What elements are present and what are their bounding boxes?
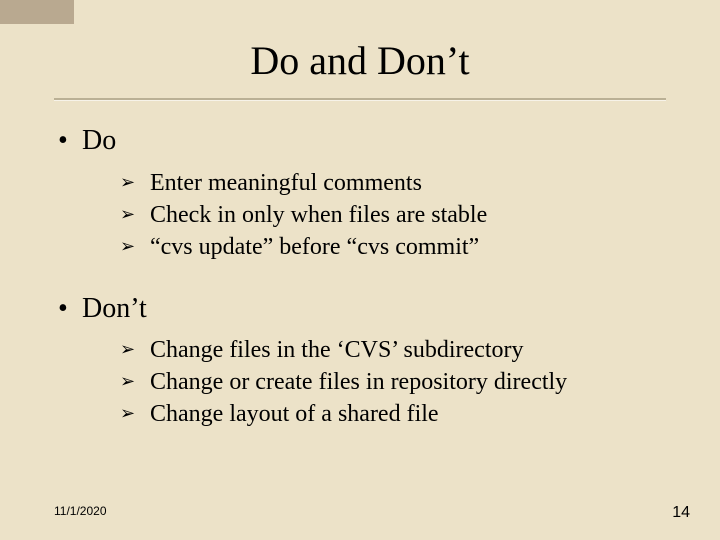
arrow-icon: ➢ (120, 203, 135, 226)
bullet-icon: • (58, 124, 68, 158)
footer-date: 11/1/2020 (54, 504, 107, 518)
list-item-text: Enter meaningful comments (150, 170, 422, 196)
list-item-text: Change layout of a shared file (150, 401, 439, 427)
title-underline (54, 98, 666, 101)
list-item: ➢ “cvs update” before “cvs commit” (120, 232, 666, 262)
footer-page-number: 14 (672, 504, 690, 522)
dont-list: ➢ Change files in the ‘CVS’ subdirectory… (120, 335, 666, 429)
slide-title: Do and Don’t (0, 37, 720, 84)
list-item: ➢ Check in only when files are stable (120, 200, 666, 230)
arrow-icon: ➢ (120, 338, 135, 361)
bullet-icon: • (58, 292, 68, 326)
arrow-icon: ➢ (120, 402, 135, 425)
do-list: ➢ Enter meaningful comments ➢ Check in o… (120, 168, 666, 262)
section-heading-do: • Do (54, 124, 666, 158)
section-heading-text: Do (82, 125, 116, 156)
list-item-text: Change files in the ‘CVS’ subdirectory (150, 337, 523, 363)
slide: Do and Don’t • Do ➢ Enter meaningful com… (0, 0, 720, 540)
list-item: ➢ Enter meaningful comments (120, 168, 666, 198)
list-item: ➢ Change or create files in repository d… (120, 367, 666, 397)
arrow-icon: ➢ (120, 171, 135, 194)
list-item-text: Change or create files in repository dir… (150, 369, 567, 395)
corner-tab (0, 0, 74, 24)
list-item: ➢ Change files in the ‘CVS’ subdirectory (120, 335, 666, 365)
section-heading-dont: • Don’t (54, 292, 666, 326)
arrow-icon: ➢ (120, 235, 135, 258)
list-item-text: “cvs update” before “cvs commit” (150, 234, 479, 260)
list-item-text: Check in only when files are stable (150, 202, 487, 228)
slide-body: • Do ➢ Enter meaningful comments ➢ Check… (54, 120, 666, 453)
section-heading-text: Don’t (82, 293, 147, 324)
arrow-icon: ➢ (120, 370, 135, 393)
list-item: ➢ Change layout of a shared file (120, 399, 666, 429)
